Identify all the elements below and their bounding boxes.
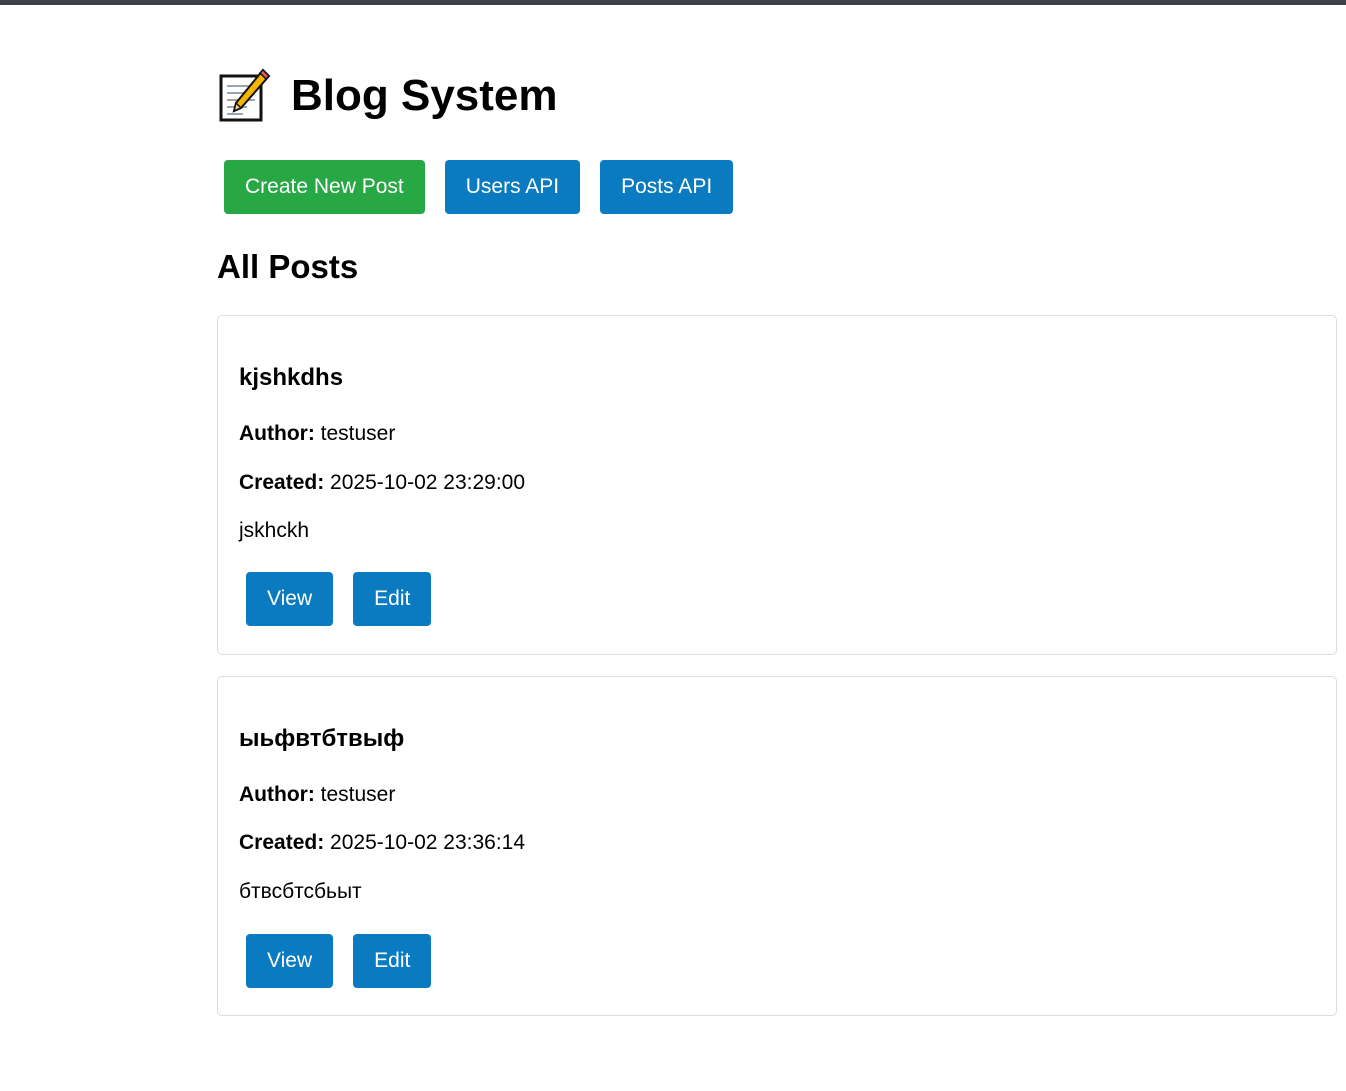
post-title: ыьфвтбтвыф [239, 725, 405, 752]
created-label: Created: [239, 831, 325, 854]
post-actions: View Edit [246, 572, 432, 626]
page-header: Blog System [217, 66, 558, 126]
post-content: jskhckh [239, 519, 310, 542]
author-label: Author: [239, 422, 315, 445]
posts-api-button[interactable]: Posts API [600, 160, 734, 214]
created-label: Created: [239, 471, 325, 494]
view-post-button[interactable]: View [246, 934, 334, 988]
create-new-post-button[interactable]: Create New Post [224, 160, 425, 214]
memo-icon [219, 68, 271, 122]
top-bar [0, 0, 1346, 5]
post-card: kjshkdhs Author: testuser Created: 2025-… [217, 315, 1337, 655]
author-label: Author: [239, 783, 315, 806]
post-author: Author: testuser [239, 420, 395, 448]
created-value: 2025-10-02 23:36:14 [330, 831, 526, 854]
post-card: ыьфвтбтвыф Author: testuser Created: 202… [217, 676, 1337, 1016]
users-api-button[interactable]: Users API [444, 160, 581, 214]
section-title: All Posts [217, 248, 359, 285]
view-post-button[interactable]: View [246, 572, 334, 626]
created-value: 2025-10-02 23:29:00 [330, 471, 526, 494]
post-actions: View Edit [246, 934, 432, 988]
edit-post-button[interactable]: Edit [353, 934, 432, 988]
page-title: Blog System [291, 71, 558, 120]
author-value: testuser [320, 422, 396, 445]
post-title: kjshkdhs [239, 364, 344, 391]
top-nav: Create New Post Users API Posts API [224, 160, 734, 214]
post-created: Created: 2025-10-02 23:29:00 [239, 469, 525, 497]
post-created: Created: 2025-10-02 23:36:14 [239, 829, 525, 857]
author-value: testuser [320, 783, 396, 806]
post-content: бтвсбтсбьыт [239, 880, 362, 903]
edit-post-button[interactable]: Edit [353, 572, 432, 626]
post-author: Author: testuser [239, 781, 395, 809]
